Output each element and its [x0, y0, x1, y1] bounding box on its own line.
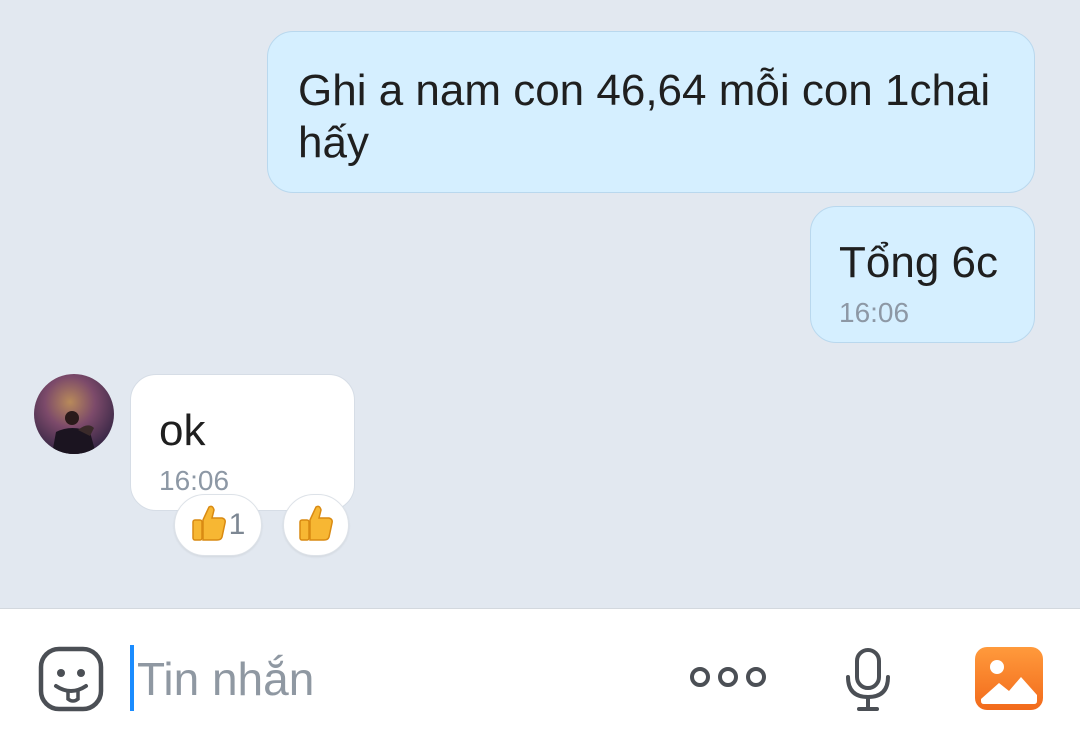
sticker-icon[interactable] — [38, 646, 104, 712]
add-reaction-button[interactable] — [283, 494, 349, 556]
thumbs-up-icon — [191, 504, 227, 547]
message-text: ok — [159, 406, 206, 455]
avatar[interactable] — [34, 374, 114, 454]
message-time: 16:06 — [159, 465, 230, 496]
message-composer: Tin nhắn — [0, 608, 1080, 744]
message-input[interactable]: Tin nhắn — [137, 653, 314, 705]
incoming-message-bubble[interactable]: ok 16:06 — [130, 374, 355, 511]
text-cursor — [130, 645, 134, 711]
chat-area[interactable]: Ghi a nam con 46,64 mỗi con 1chai hấy Tổ… — [0, 0, 1080, 608]
reaction-badge[interactable]: 1 — [174, 494, 262, 556]
message-text: Tổng 6c — [839, 238, 998, 287]
microphone-icon[interactable] — [843, 647, 893, 713]
message-time: 16:06 — [839, 297, 910, 328]
outgoing-message-bubble[interactable]: Ghi a nam con 46,64 mỗi con 1chai hấy — [267, 31, 1035, 193]
image-icon[interactable] — [975, 647, 1043, 710]
thumbs-up-icon — [298, 504, 334, 547]
message-text: Ghi a nam con 46,64 mỗi con 1chai hấy — [298, 66, 991, 167]
more-options-icon[interactable] — [688, 659, 768, 695]
reaction-count: 1 — [228, 508, 246, 541]
outgoing-message-bubble[interactable]: Tổng 6c 16:06 — [810, 206, 1035, 343]
